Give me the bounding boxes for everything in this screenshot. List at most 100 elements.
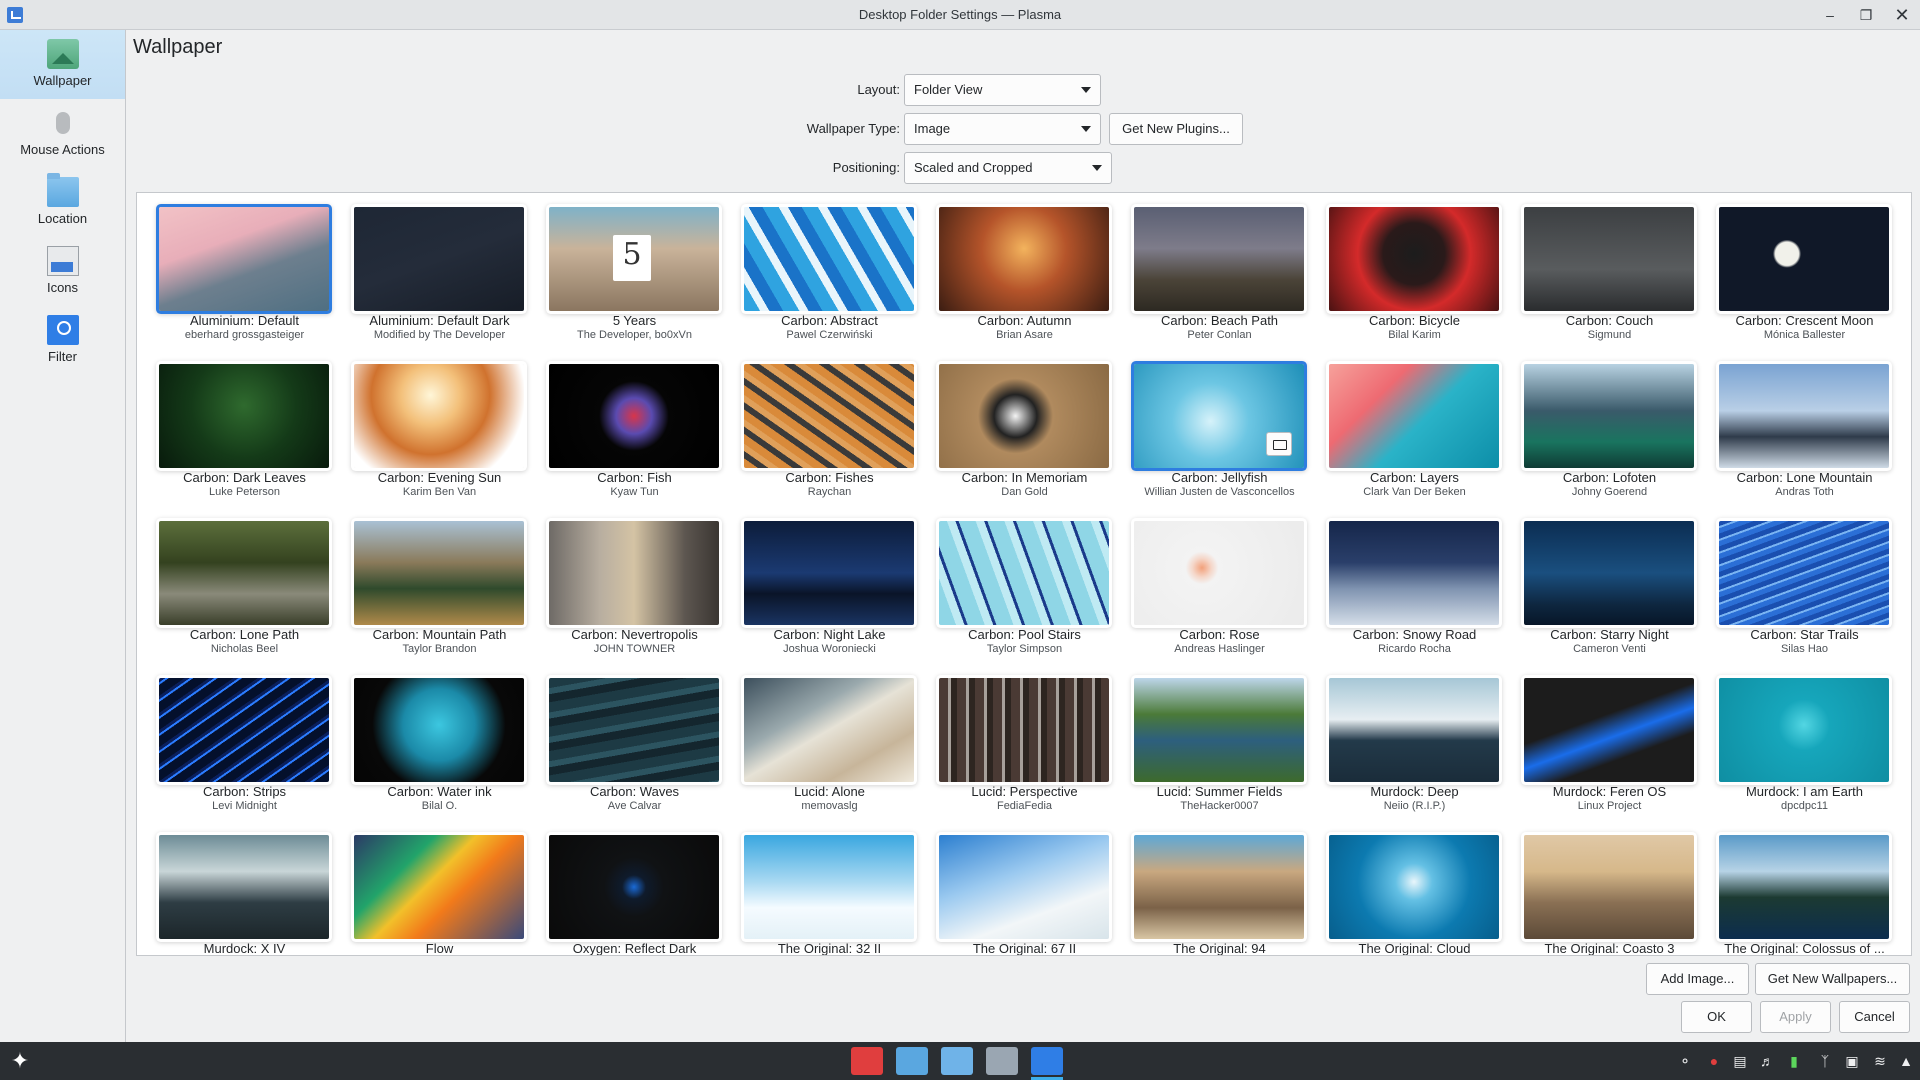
layout-combo[interactable]: Folder View: [904, 74, 1101, 106]
sidebar-item-icons[interactable]: Icons: [0, 237, 125, 306]
store-icon[interactable]: [941, 1047, 973, 1075]
layout-label: Layout:: [857, 82, 900, 97]
wallpaper-author: Bilal O.: [421, 800, 458, 812]
application-launcher-icon[interactable]: ✦: [6, 1048, 34, 1074]
cancel-button[interactable]: Cancel: [1839, 1001, 1910, 1033]
wallpaper-author: Luke Peterson: [209, 486, 280, 498]
minimize-icon[interactable]: –: [1818, 4, 1842, 26]
clipboard-icon[interactable]: ▤: [1731, 1052, 1749, 1070]
wallpaper-item[interactable]: Lucid: Summer Fields TheHacker0007: [1122, 674, 1317, 831]
maximize-icon[interactable]: ❐: [1854, 4, 1878, 26]
wallpaper-thumbnail: [744, 678, 914, 782]
wallpaper-item[interactable]: Lucid: Perspective FediaFedia: [927, 674, 1122, 831]
wallpaper-item[interactable]: Carbon: Starry Night Cameron Venti: [1512, 517, 1707, 674]
wallpaper-item[interactable]: The Original: 67 II: [927, 831, 1122, 956]
ok-button[interactable]: OK: [1681, 1001, 1752, 1033]
wallpaper-item[interactable]: Carbon: Fish Kyaw Tun: [537, 360, 732, 517]
wallpaper-item[interactable]: Carbon: Star Trails Silas Hao: [1707, 517, 1902, 674]
wallpaper-item[interactable]: Carbon: Abstract Pawel Czerwiński: [732, 203, 927, 360]
wallpaper-item[interactable]: Carbon: Lone Path Nicholas Beel: [147, 517, 342, 674]
wallpaper-item[interactable]: The Original: Colossus of ...: [1707, 831, 1902, 955]
wifi-icon[interactable]: ≋: [1871, 1052, 1889, 1070]
filter-icon: [46, 315, 79, 345]
add-image-button[interactable]: Add Image...: [1646, 963, 1749, 995]
wallpaper-item[interactable]: Carbon: Bicycle Bilal Karim: [1317, 203, 1512, 360]
volume-icon[interactable]: ♬: [1758, 1052, 1776, 1070]
wallpaper-author: Cameron Venti: [1573, 643, 1646, 655]
wallpaper-item[interactable]: The Original: 32 II: [732, 831, 927, 955]
wallpaper-thumbnail: [744, 207, 914, 311]
wallpaper-grid-frame[interactable]: Aluminium: Default eberhard grossgasteige…: [136, 192, 1912, 956]
wallpaper-name: Oxygen: Reflect Dark: [572, 941, 697, 956]
wallpaper-item[interactable]: Carbon: Lofoten Johny Goerend: [1512, 360, 1707, 517]
wallpaper-name: Carbon: Dark Leaves: [183, 470, 306, 485]
wallpaper-item[interactable]: The Original: 94: [1122, 831, 1317, 955]
wallpaper-item[interactable]: 5 5 Years The Developer, bo0xVn: [537, 203, 732, 360]
wallpaper-item[interactable]: Murdock: X IV: [147, 831, 342, 955]
wallpaper-item[interactable]: Oxygen: Reflect Dark: [537, 831, 732, 956]
wallpaper-item[interactable]: Murdock: I am Earth dpcdpc11: [1707, 674, 1902, 831]
wallpaper-item[interactable]: Carbon: Water ink Bilal O.: [342, 674, 537, 831]
wallpaper-item[interactable]: Carbon: Fishes Raychan: [732, 360, 927, 517]
wallpaper-item[interactable]: Carbon: Evening Sun Karim Ben Van: [342, 360, 537, 517]
vivaldi-icon[interactable]: [851, 1047, 883, 1075]
wallpaper-item[interactable]: Carbon: Crescent Moon Mónica Ballester: [1707, 203, 1902, 360]
wallpaper-item[interactable]: Carbon: Autumn Brian Asare: [927, 203, 1122, 360]
wallpaper-item[interactable]: Aluminium: Default Dark Modified by The D…: [342, 203, 537, 360]
wallpaper-name: Carbon: Beach Path: [1160, 313, 1279, 328]
wallpaper-item[interactable]: Murdock: Feren OS Linux Project: [1512, 674, 1707, 831]
file-manager-icon[interactable]: [896, 1047, 928, 1075]
wallpaper-item[interactable]: Carbon: Waves Ave Calvar: [537, 674, 732, 831]
open-folder-icon[interactable]: [1266, 432, 1292, 456]
wallpaper-thumbnail: [354, 835, 524, 939]
battery-icon[interactable]: ▮: [1785, 1052, 1803, 1070]
record-icon[interactable]: ●: [1705, 1052, 1723, 1070]
system-monitor-icon[interactable]: [986, 1047, 1018, 1075]
wallpaper-author: Kyaw Tun: [610, 486, 659, 498]
wallpaper-item[interactable]: Carbon: Lone Mountain Andras Toth: [1707, 360, 1902, 517]
sidebar-item-filter[interactable]: Filter: [0, 306, 125, 375]
wallpaper-name: The Original: 67 II: [972, 941, 1077, 956]
close-icon[interactable]: ✕: [1890, 4, 1914, 26]
wallpaper-item[interactable]: Carbon: Layers Clark Van Der Beken: [1317, 360, 1512, 517]
wallpaper-name: Carbon: Lone Mountain: [1736, 470, 1873, 485]
wallpaper-thumbnail: [549, 835, 719, 939]
wallpaper-item[interactable]: The Original: Cloud: [1317, 831, 1512, 955]
wallpaper-name: Aluminium: Default: [189, 313, 300, 328]
wallpaper-type-combo[interactable]: Image: [904, 113, 1101, 145]
wallpaper-item[interactable]: Carbon: Snowy Road Ricardo Rocha: [1317, 517, 1512, 674]
wallpaper-item[interactable]: Carbon: Rose Andreas Haslinger: [1122, 517, 1317, 674]
wallpaper-item[interactable]: Carbon: Dark Leaves Luke Peterson: [147, 360, 342, 517]
wallpaper-thumbnail: [354, 207, 524, 311]
usb-icon[interactable]: ▣: [1843, 1052, 1861, 1070]
wallpaper-item[interactable]: The Original: Coasto 3: [1512, 831, 1707, 955]
wallpaper-author: Neiio (R.I.P.): [1383, 800, 1446, 812]
wallpaper-item[interactable]: Flow: [342, 831, 537, 955]
get-new-wallpapers-button[interactable]: Get New Wallpapers...: [1755, 963, 1910, 995]
wallpaper-thumbnail: 5: [549, 207, 719, 311]
wallpaper-item[interactable]: Carbon: Jellyfish Willian Justen de Vasco…: [1122, 360, 1317, 517]
wallpaper-name: Carbon: Couch: [1565, 313, 1654, 328]
wallpaper-item[interactable]: Murdock: Deep Neiio (R.I.P.): [1317, 674, 1512, 831]
wallpaper-item[interactable]: Aluminium: Default eberhard grossgasteige…: [147, 203, 342, 360]
desktop-settings-taskbar-icon[interactable]: [1031, 1047, 1063, 1080]
wallpaper-name: Carbon: Night Lake: [773, 627, 886, 642]
wallpaper-item[interactable]: Carbon: Strips Levi Midnight: [147, 674, 342, 831]
kde-connect-icon[interactable]: ⚬: [1676, 1052, 1694, 1070]
apply-button[interactable]: Apply: [1760, 1001, 1831, 1033]
wallpaper-item[interactable]: Lucid: Alone memovaslg: [732, 674, 927, 831]
get-new-plugins-button[interactable]: Get New Plugins...: [1109, 113, 1243, 145]
wallpaper-author: The Developer, bo0xVn: [577, 329, 692, 341]
tray-expand-icon[interactable]: ▲: [1897, 1052, 1915, 1070]
wallpaper-item[interactable]: Carbon: Beach Path Peter Conlan: [1122, 203, 1317, 360]
wallpaper-item[interactable]: Carbon: Pool Stairs Taylor Simpson: [927, 517, 1122, 674]
wallpaper-thumbnail: [1719, 678, 1889, 782]
wallpaper-item[interactable]: Carbon: Mountain Path Taylor Brandon: [342, 517, 537, 674]
wallpaper-name: Carbon: Bicycle: [1368, 313, 1461, 328]
wallpaper-item[interactable]: Carbon: Couch Sigmund: [1512, 203, 1707, 360]
wallpaper-item[interactable]: Carbon: Night Lake Joshua Woroniecki: [732, 517, 927, 674]
wallpaper-item[interactable]: Carbon: Nevertropolis JOHN TOWNER: [537, 517, 732, 674]
positioning-combo[interactable]: Scaled and Cropped: [904, 152, 1112, 184]
bluetooth-icon[interactable]: ᛉ: [1816, 1052, 1834, 1070]
wallpaper-item[interactable]: Carbon: In Memoriam Dan Gold: [927, 360, 1122, 517]
